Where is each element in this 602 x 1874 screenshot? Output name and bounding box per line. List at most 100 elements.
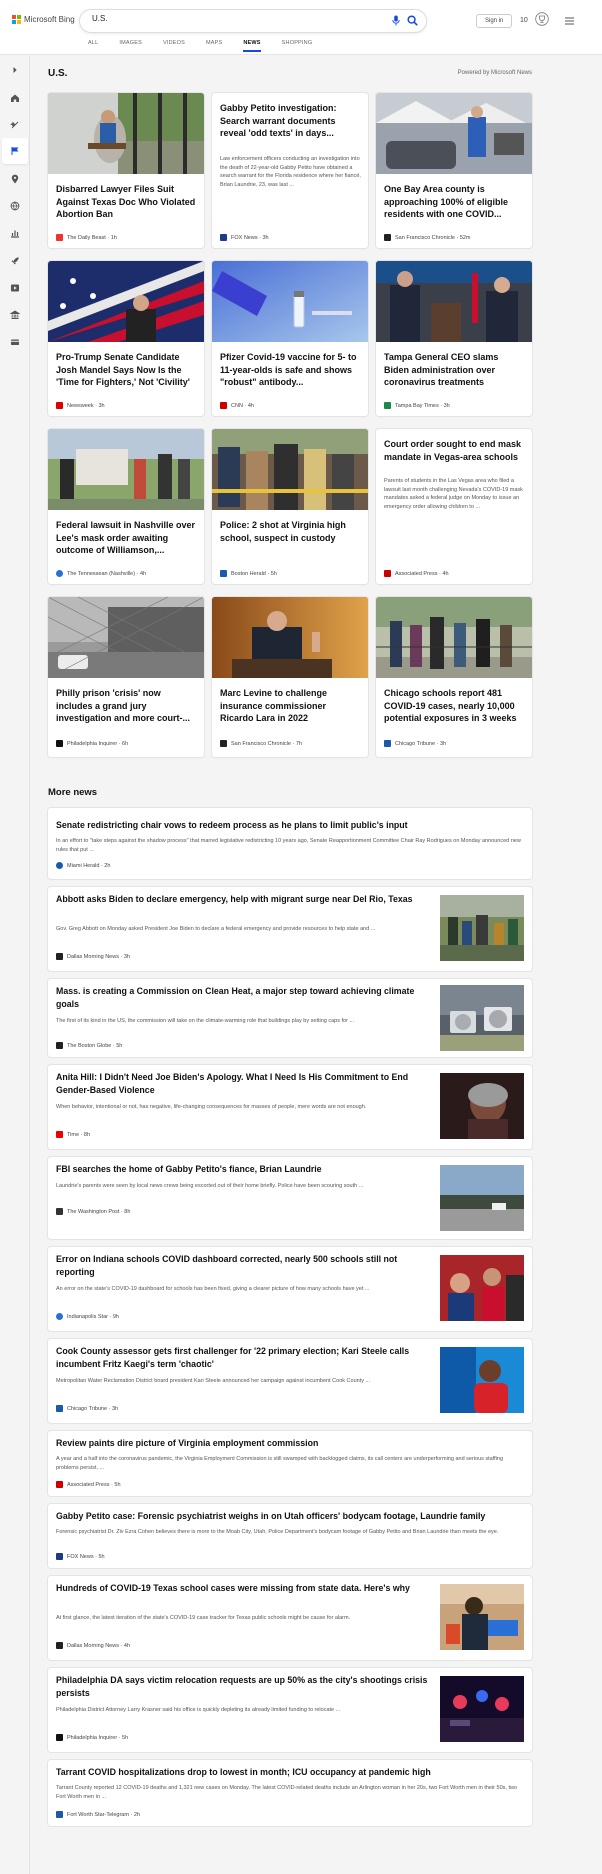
news-card[interactable]: Chicago schools report 481 COVID-19 case… — [376, 597, 532, 757]
list-item[interactable]: Anita Hill: I Didn't Need Joe Biden's Ap… — [48, 1065, 532, 1149]
item-source[interactable]: Fort Worth Star-Telegram · 2h — [56, 1811, 140, 1818]
item-title[interactable]: Philadelphia DA says victim relocation r… — [56, 1674, 436, 1700]
rewards-count[interactable]: 10 — [520, 17, 528, 24]
rewards-trophy-icon[interactable] — [535, 12, 549, 26]
item-title[interactable]: Abbott asks Biden to declare emergency, … — [56, 893, 436, 906]
list-item[interactable]: Tarrant COVID hospitalizations drop to l… — [48, 1760, 532, 1826]
list-item[interactable]: Abbott asks Biden to declare emergency, … — [48, 887, 532, 971]
list-item[interactable]: Review paints dire picture of Virginia e… — [48, 1431, 532, 1496]
list-item[interactable]: Mass. is creating a Commission on Clean … — [48, 979, 532, 1057]
microphone-icon[interactable] — [392, 15, 400, 26]
item-source[interactable]: The Boston Globe · 5h — [56, 1042, 122, 1049]
news-card[interactable]: Police: 2 shot at Virginia high school, … — [212, 429, 368, 584]
card-source[interactable]: CNN · 4h — [220, 402, 254, 409]
news-card[interactable]: Pro-Trump Senate Candidate Josh Mandel S… — [48, 261, 204, 416]
home-icon[interactable] — [10, 93, 20, 103]
list-item[interactable]: Cook County assessor gets first challeng… — [48, 1339, 532, 1423]
item-title[interactable]: Senate redistricting chair vows to redee… — [56, 819, 524, 832]
us-flag-icon[interactable] — [10, 146, 20, 156]
expand-chevron-icon[interactable] — [10, 65, 20, 75]
item-title[interactable]: Gabby Petito case: Forensic psychiatrist… — [56, 1510, 524, 1523]
tab-news[interactable]: NEWS — [243, 40, 261, 52]
search-input[interactable] — [92, 14, 372, 23]
chart-icon[interactable] — [10, 228, 20, 238]
card-title[interactable]: Pfizer Covid-19 vaccine for 5- to 11-yea… — [220, 351, 360, 389]
news-card[interactable]: Philly prison 'crisis' now includes a gr… — [48, 597, 204, 757]
tab-videos[interactable]: VIDEOS — [163, 40, 185, 52]
card-title[interactable]: Court order sought to end mask mandate i… — [384, 438, 524, 463]
item-source[interactable]: Philadelphia Inquirer · 5h — [56, 1734, 128, 1741]
list-item[interactable]: Error on Indiana schools COVID dashboard… — [48, 1247, 532, 1331]
list-item[interactable]: FBI searches the home of Gabby Petito's … — [48, 1157, 532, 1239]
item-title[interactable]: Tarrant COVID hospitalizations drop to l… — [56, 1766, 524, 1779]
item-snippet: Tarrant County reported 12 COVID-19 deat… — [56, 1785, 518, 1800]
news-card[interactable]: One Bay Area county is approaching 100% … — [376, 93, 532, 248]
news-card[interactable]: Marc Levine to challenge insurance commi… — [212, 597, 368, 757]
card-source[interactable]: San Francisco Chronicle · 52m — [384, 234, 471, 241]
tab-maps[interactable]: MAPS — [206, 40, 222, 52]
menu-icon[interactable] — [565, 17, 574, 25]
item-source[interactable]: Associated Press · 5h — [56, 1481, 121, 1488]
item-title[interactable]: Mass. is creating a Commission on Clean … — [56, 985, 436, 1011]
item-title[interactable]: FBI searches the home of Gabby Petito's … — [56, 1163, 436, 1176]
list-item[interactable]: Senate redistricting chair vows to redee… — [48, 808, 532, 879]
globe-icon[interactable] — [10, 201, 20, 211]
sparkle-icon[interactable] — [10, 120, 20, 130]
card-title[interactable]: Chicago schools report 481 COVID-19 case… — [384, 687, 524, 725]
building-icon[interactable] — [10, 310, 20, 320]
card-title[interactable]: Gabby Petito investigation: Search warra… — [220, 102, 360, 140]
news-card[interactable]: Tampa General CEO slams Biden administra… — [376, 261, 532, 416]
item-source[interactable]: Indianapolis Star · 9h — [56, 1313, 119, 1320]
tab-images[interactable]: IMAGES — [119, 40, 142, 52]
card-title[interactable]: Philly prison 'crisis' now includes a gr… — [56, 687, 196, 725]
powered-by-text[interactable]: Powered by Microsoft News — [458, 70, 532, 76]
list-item[interactable]: Philadelphia DA says victim relocation r… — [48, 1668, 532, 1752]
news-card[interactable]: Disbarred Lawyer Files Suit Against Texa… — [48, 93, 204, 248]
item-source[interactable]: Dallas Morning News · 4h — [56, 1642, 130, 1649]
search-box[interactable] — [80, 10, 426, 32]
item-source[interactable]: Time · 8h — [56, 1131, 90, 1138]
sign-in-button[interactable]: Sign in — [476, 14, 513, 28]
card-source[interactable]: Tampa Bay Times · 3h — [384, 402, 450, 409]
card-source[interactable]: FOX News · 3h — [220, 234, 269, 241]
wallet-icon[interactable] — [10, 337, 20, 347]
news-card[interactable]: Federal lawsuit in Nashville over Lee's … — [48, 429, 204, 584]
card-title[interactable]: Federal lawsuit in Nashville over Lee's … — [56, 519, 196, 557]
news-card[interactable]: Pfizer Covid-19 vaccine for 5- to 11-yea… — [212, 261, 368, 416]
card-title[interactable]: One Bay Area county is approaching 100% … — [384, 183, 524, 221]
news-card[interactable]: Gabby Petito investigation: Search warra… — [212, 93, 368, 248]
item-source[interactable]: Chicago Tribune · 3h — [56, 1405, 118, 1412]
tab-shopping[interactable]: SHOPPING — [282, 40, 313, 52]
item-title[interactable]: Cook County assessor gets first challeng… — [56, 1345, 436, 1371]
news-card[interactable]: Court order sought to end mask mandate i… — [376, 429, 532, 584]
search-icon[interactable] — [407, 15, 418, 26]
item-title[interactable]: Error on Indiana schools COVID dashboard… — [56, 1253, 436, 1279]
item-source[interactable]: Miami Herald · 2h — [56, 862, 110, 869]
rocket-icon[interactable] — [10, 256, 20, 266]
card-source[interactable]: The Tennessean (Nashville) · 4h — [56, 570, 146, 577]
item-source[interactable]: The Washington Post · 8h — [56, 1208, 130, 1215]
tab-all[interactable]: ALL — [88, 40, 98, 52]
card-source[interactable]: Associated Press · 4h — [384, 570, 449, 577]
card-source[interactable]: Boston Herald · 5h — [220, 570, 277, 577]
card-source[interactable]: Newsweek · 3h — [56, 402, 105, 409]
bing-logo[interactable]: Microsoft Bing — [12, 15, 75, 24]
card-title[interactable]: Marc Levine to challenge insurance commi… — [220, 687, 360, 725]
card-title[interactable]: Police: 2 shot at Virginia high school, … — [220, 519, 360, 544]
item-source[interactable]: Dallas Morning News · 3h — [56, 953, 130, 960]
card-source[interactable]: Philadelphia Inquirer · 6h — [56, 740, 128, 747]
card-source[interactable]: San Francisco Chronicle · 7h — [220, 740, 302, 747]
card-title[interactable]: Pro-Trump Senate Candidate Josh Mandel S… — [56, 351, 196, 389]
card-source[interactable]: Chicago Tribune · 3h — [384, 740, 446, 747]
video-icon[interactable] — [10, 283, 20, 293]
list-item[interactable]: Hundreds of COVID-19 Texas school cases … — [48, 1576, 532, 1660]
list-item[interactable]: Gabby Petito case: Forensic psychiatrist… — [48, 1504, 532, 1568]
item-title[interactable]: Anita Hill: I Didn't Need Joe Biden's Ap… — [56, 1071, 436, 1097]
card-title[interactable]: Tampa General CEO slams Biden administra… — [384, 351, 524, 389]
card-source[interactable]: The Daily Beast · 1h — [56, 234, 117, 241]
item-source[interactable]: FOX News · 5h — [56, 1553, 105, 1560]
card-title[interactable]: Disbarred Lawyer Files Suit Against Texa… — [56, 183, 196, 221]
item-title[interactable]: Review paints dire picture of Virginia e… — [56, 1437, 524, 1450]
location-pin-icon[interactable] — [10, 174, 20, 184]
item-title[interactable]: Hundreds of COVID-19 Texas school cases … — [56, 1582, 436, 1595]
